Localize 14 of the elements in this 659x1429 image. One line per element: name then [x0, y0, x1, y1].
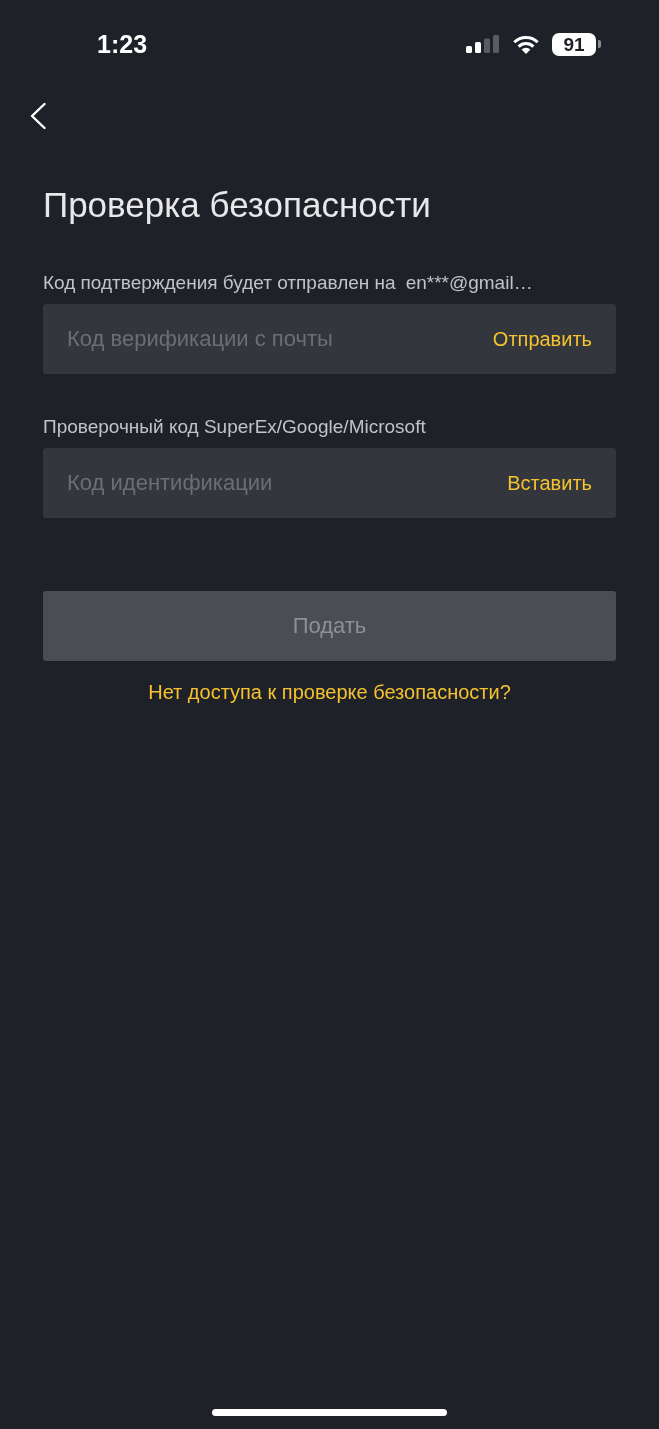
back-chevron-icon[interactable] [30, 102, 46, 129]
battery-indicator: 91 [552, 32, 601, 56]
field-label: Проверочный код SuperEx/Google/Microsoft [43, 415, 426, 439]
field-action-link[interactable]: Вставить [507, 471, 592, 495]
email-address: en***@gmail… [405, 271, 533, 295]
page-title: Проверка безопасности [43, 185, 432, 225]
field-action-link[interactable]: Отправить [492, 327, 592, 351]
field-label: Код подтверждения будет отправлен на [43, 271, 396, 295]
help-link[interactable]: Нет доступа к проверке безопасности? [148, 679, 511, 705]
code-input-field[interactable]: Код идентификации Вставить [43, 448, 616, 518]
wifi-icon [512, 34, 540, 54]
status-time: 1:23 [97, 29, 148, 59]
signal-icon [466, 35, 500, 53]
code-input-field[interactable]: Код верификации с почты Отправить [43, 304, 616, 374]
